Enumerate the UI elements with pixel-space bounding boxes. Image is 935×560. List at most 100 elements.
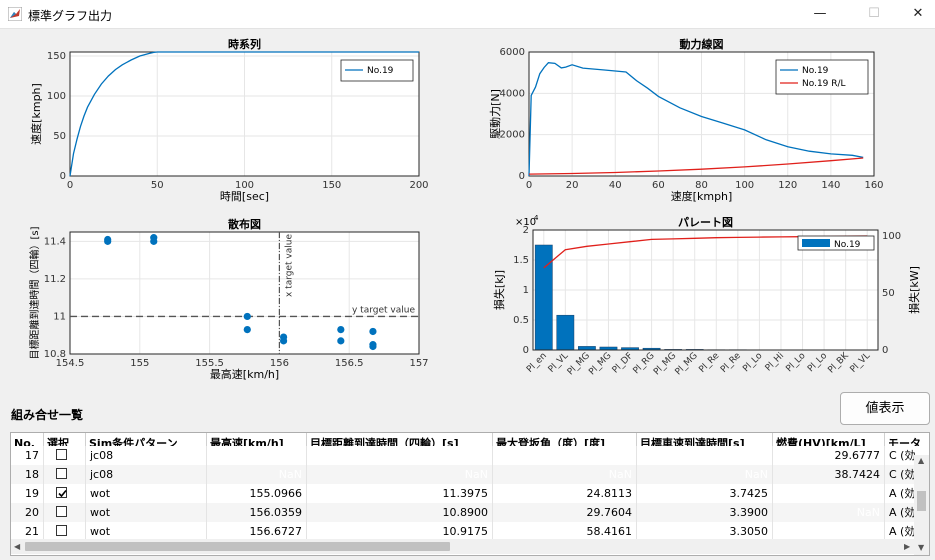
timeseries-chart[interactable]: 時系列0 50 100 150 200050100150時間[sec]速度[kmph]N… <box>10 36 430 212</box>
maximize-button[interactable]: ☐ <box>851 0 897 28</box>
driveforce-chart[interactable]: 動力線図0 20 40 60 80 100 120 140 1600200040006000速度… <box>483 36 903 212</box>
x-tick-label: 0 <box>67 180 73 191</box>
chart-title: 動力線図 <box>680 37 724 51</box>
chart-title: 散布図 <box>228 217 261 231</box>
y-right-tick-label: 0 <box>882 345 888 356</box>
plot-area <box>70 232 419 354</box>
scroll-up-icon[interactable]: ▲ <box>918 456 924 465</box>
check-icon <box>58 489 67 498</box>
cell-fuel[interactable] <box>773 484 885 503</box>
cell-tv[interactable]: 3.7425 <box>637 484 773 503</box>
scroll-down-icon[interactable]: ▼ <box>918 543 924 552</box>
x-tick-label: 200 <box>409 180 428 191</box>
x-axis-label: 最高速[km/h] <box>210 367 279 381</box>
scatter-point <box>369 342 377 351</box>
cell-pattern[interactable]: wot <box>86 484 207 503</box>
cell-no[interactable]: 19 <box>11 484 44 503</box>
y-tick-label: 0 <box>523 345 529 356</box>
x-tick-label: 20 <box>566 180 579 191</box>
scatter-point <box>243 312 251 321</box>
x-axis-label: 時間[sec] <box>220 190 269 203</box>
cell-t4[interactable]: 10.8900 <box>307 503 493 522</box>
x-tick-label: 120 <box>778 180 797 191</box>
select-checkbox[interactable] <box>56 525 67 536</box>
vertical-scroll-thumb[interactable] <box>917 491 926 511</box>
legend-swatch <box>802 239 830 247</box>
cell-grade[interactable]: 24.8113 <box>493 484 637 503</box>
cell-grade[interactable]: NaN <box>493 465 637 484</box>
category-label: Pl_Re <box>697 351 721 375</box>
cell-fuel[interactable]: NaN <box>773 503 885 522</box>
pareto-bar <box>578 346 596 351</box>
scroll-right-icon[interactable]: ▶ <box>904 542 910 551</box>
chart-title: 時系列 <box>228 37 261 51</box>
x-tick-label: 50 <box>151 180 164 191</box>
category-label: Pl_MG <box>674 351 700 377</box>
cell-tv[interactable]: NaN <box>637 465 773 484</box>
cell-pattern[interactable]: jc08 <box>86 465 207 484</box>
y-tick-label: 100 <box>47 91 66 102</box>
cell-t4[interactable] <box>307 446 493 465</box>
x-axis-label: 速度[kmph] <box>671 189 733 203</box>
select-checkbox[interactable] <box>56 506 67 517</box>
cell-vmax[interactable] <box>207 446 307 465</box>
category-label: Pl_DF <box>611 351 635 375</box>
category-label: Pl_Lo <box>806 351 830 375</box>
table-vertical-scrollbar[interactable]: ▲ ▼ <box>914 455 929 555</box>
category-label: Pl_Re <box>719 351 743 375</box>
cell-pattern[interactable]: jc08 <box>86 446 207 465</box>
table-row[interactable]: 18 jc08 NaN NaN NaN NaN 38.7424 C (効 <box>11 465 929 485</box>
show-values-button[interactable]: 値表示 <box>840 392 930 425</box>
x-tick-label: 160 <box>864 180 883 191</box>
combination-table[interactable]: No. 選択 Sim条件パターン 最高速[km/h] 目標距離到達時間（四輪）[… <box>10 432 930 556</box>
exponent-label: ×10 <box>515 217 536 228</box>
table-row[interactable]: 20 wot 156.0359 10.8900 29.7604 3.3900 NaN A (効 <box>11 503 929 523</box>
y-right-tick-label: 50 <box>882 288 895 299</box>
cell-no[interactable]: 20 <box>11 503 44 522</box>
x-tick-label: 140 <box>821 180 840 191</box>
cell-tv[interactable]: 3.3900 <box>637 503 773 522</box>
table-row[interactable]: 19 wot 155.0966 11.3975 24.8113 3.7425 A (効 <box>11 484 929 504</box>
horizontal-scroll-thumb[interactable] <box>25 542 450 551</box>
y-tick-label: 1.5 <box>513 255 529 266</box>
scatter-chart[interactable]: 散布図154.5 155 155.5 156 156.5 15710.81111.211.… <box>10 212 430 388</box>
x-tick-label: 0 <box>526 180 532 191</box>
table-row[interactable]: 17 jc08 29.6777 C (効 <box>11 446 929 466</box>
x-tick-label: 156.5 <box>335 358 364 369</box>
y-tick-label: 0.5 <box>513 315 529 326</box>
select-cell[interactable] <box>44 446 86 465</box>
cell-fuel[interactable]: 29.6777 <box>773 446 885 465</box>
close-button[interactable]: ✕ <box>895 0 935 28</box>
cell-pattern[interactable]: wot <box>86 503 207 522</box>
cell-no[interactable]: 18 <box>11 465 44 484</box>
scroll-left-icon[interactable]: ◀ <box>14 542 20 551</box>
y-tick-label: 2000 <box>500 130 525 141</box>
cell-fuel[interactable]: 38.7424 <box>773 465 885 484</box>
cell-grade[interactable]: 29.7604 <box>493 503 637 522</box>
y-tick-label: 10.8 <box>44 349 66 360</box>
y-tick-label: 50 <box>53 131 66 142</box>
cell-t4[interactable]: NaN <box>307 465 493 484</box>
select-cell[interactable] <box>44 503 86 522</box>
legend-label: No.19 <box>834 240 861 250</box>
y-tick-label: 150 <box>47 51 66 62</box>
x-tick-label: 100 <box>735 180 754 191</box>
matlab-app-icon <box>8 7 22 21</box>
cell-vmax[interactable]: NaN <box>207 465 307 484</box>
pareto-chart[interactable]: パレート図Pl_enPl_VLPl_MGPl_MGPl_DFPl_RGPl_MG… <box>483 212 933 392</box>
cell-vmax[interactable]: 155.0966 <box>207 484 307 503</box>
cell-vmax[interactable]: 156.0359 <box>207 503 307 522</box>
select-checkbox[interactable] <box>56 487 67 498</box>
cell-no[interactable]: 17 <box>11 446 44 465</box>
table-horizontal-scrollbar[interactable]: ◀ ▶ <box>11 539 916 554</box>
select-checkbox[interactable] <box>56 468 67 479</box>
cell-tv[interactable] <box>637 446 773 465</box>
minimize-button[interactable]: — <box>797 0 843 28</box>
cell-t4[interactable]: 11.3975 <box>307 484 493 503</box>
cell-grade[interactable] <box>493 446 637 465</box>
select-cell[interactable] <box>44 484 86 503</box>
x-tick-label: 60 <box>652 180 665 191</box>
select-checkbox[interactable] <box>56 449 67 460</box>
y-axis-label: 損失[kJ] <box>492 270 506 310</box>
select-cell[interactable] <box>44 465 86 484</box>
